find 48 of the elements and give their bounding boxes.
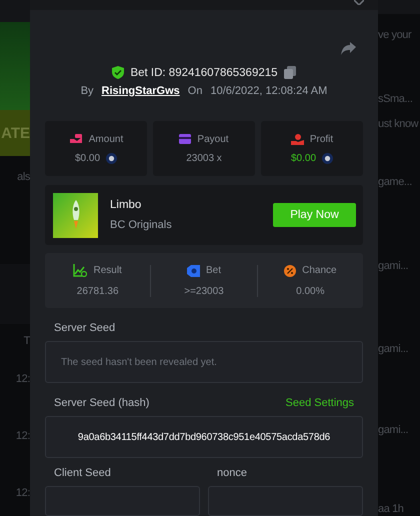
game-provider: BC Originals <box>110 219 173 231</box>
on-label: On <box>188 85 202 97</box>
background-text: ust know <box>378 117 418 131</box>
result-label: Bet <box>206 265 221 276</box>
server-seed-field[interactable]: The seed hasn't been revealed yet. <box>45 341 363 383</box>
seed-settings-link[interactable]: Seed Settings <box>286 397 354 409</box>
background-text: gami... <box>378 423 408 437</box>
stat-label: Profit <box>310 134 334 144</box>
card-icon <box>179 134 192 144</box>
field-label: nonce <box>217 467 248 479</box>
result-label: Result <box>93 265 122 276</box>
share-icon[interactable] <box>341 42 356 55</box>
background-text: ve your <box>378 28 412 42</box>
bet-date: 10/6/2022, 12:08:24 AM <box>210 85 328 97</box>
background-text: aa 1h <box>378 502 404 516</box>
chart-check-icon <box>73 264 88 277</box>
background-text: 12: <box>16 429 30 443</box>
username-link[interactable]: RisingStarGws <box>102 85 180 97</box>
result-label: Chance <box>302 265 337 276</box>
background-text: als <box>17 170 30 184</box>
background-text: T <box>24 334 30 348</box>
bet-id: Bet ID: 89241607865369215 <box>130 66 278 78</box>
stat-label: Amount <box>88 134 124 144</box>
background-text: 12: <box>16 486 30 500</box>
shield-check-icon <box>112 66 124 79</box>
background-text: gami... <box>378 259 408 273</box>
hand-coin-icon <box>290 134 304 144</box>
server-seed-hash-field[interactable]: 9a0a6b34115ff443d7dd7bd960738c951e40575acda578d6 <box>45 416 363 458</box>
background-text: gami... <box>378 342 408 356</box>
field-label: Client Seed <box>54 467 112 479</box>
background-text: game... <box>378 175 412 189</box>
by-label: By <box>80 85 94 97</box>
background-text: sSma... <box>378 92 412 106</box>
game-name: Limbo <box>110 199 142 211</box>
stat-label: Payout <box>197 134 229 144</box>
stat-value: 23003 x <box>186 152 222 164</box>
field-label: Server Seed <box>54 322 116 334</box>
tag-icon <box>186 264 200 276</box>
stat-value: $0.00 <box>74 152 100 164</box>
field-label: Server Seed (hash) <box>54 397 150 409</box>
background-text: 12: <box>16 372 30 386</box>
copy-icon[interactable] <box>284 66 296 79</box>
result-value: >=23003 <box>184 286 224 296</box>
stat-value: $0.00 <box>290 152 316 164</box>
result-value: 0.00% <box>296 286 324 296</box>
percent-icon <box>284 264 296 276</box>
result-value: 26781.36 <box>76 286 119 297</box>
money-hand-icon <box>68 134 83 144</box>
